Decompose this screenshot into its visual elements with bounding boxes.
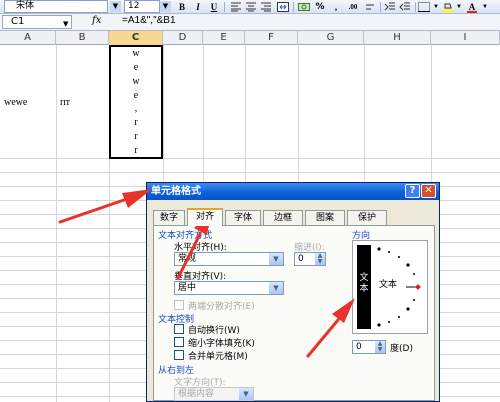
cell-c1-char: w xyxy=(132,48,140,59)
decrease-decimal-icon[interactable] xyxy=(364,2,376,12)
cell-c1-char: r xyxy=(134,145,138,156)
tab-font[interactable]: 字体 xyxy=(225,210,261,225)
insert-function-icon[interactable]: fx xyxy=(92,15,101,26)
font-size-dropdown-icon[interactable]: ▼ xyxy=(160,1,171,12)
name-box-dropdown-icon[interactable]: ▼ xyxy=(63,18,68,30)
wrap-text-label: 自动换行(W) xyxy=(188,326,240,336)
cell-c1-char: w xyxy=(132,76,140,87)
help-button[interactable]: ? xyxy=(405,184,420,198)
formula-bar: C1 ▼ fx =A1&","&B1 xyxy=(0,14,500,31)
text-direction-value: 根据内容 xyxy=(178,389,215,399)
toolbar-separator xyxy=(224,2,225,12)
vertical-text-char: 文 xyxy=(359,273,369,283)
column-header-e[interactable]: E xyxy=(203,31,245,45)
font-name-dropdown-icon[interactable]: ▼ xyxy=(110,1,121,12)
cell-c1-char: r xyxy=(134,131,138,142)
dialog-title[interactable]: 单元格格式 xyxy=(147,183,439,200)
column-header-a[interactable]: A xyxy=(0,31,56,45)
orientation-text-label: 文本 xyxy=(379,280,398,290)
degrees-value: 0 xyxy=(356,342,362,352)
currency-icon[interactable] xyxy=(298,2,310,12)
cell-c1-char: e xyxy=(133,62,139,73)
font-color-dropdown-icon[interactable]: ▼ xyxy=(479,1,491,13)
increase-decimal-button[interactable]: .00 xyxy=(345,1,361,13)
tab-alignment[interactable]: 对齐 xyxy=(187,208,223,226)
chevron-down-icon[interactable]: ▼ xyxy=(269,253,283,265)
font-name-select[interactable]: 宋体 xyxy=(4,0,108,13)
merge-cells-checkbox[interactable] xyxy=(174,350,184,360)
align-center-icon[interactable] xyxy=(245,2,257,12)
spinner-arrows-icon[interactable]: ▲ ▼ xyxy=(315,253,325,265)
horizontal-alignment-value: 常规 xyxy=(178,254,197,264)
column-header-c[interactable]: C xyxy=(109,31,163,45)
toolbar-separator xyxy=(293,2,294,12)
merge-cells-label: 合并单元格(M) xyxy=(188,352,248,362)
decrease-indent-icon[interactable] xyxy=(384,2,396,12)
justify-distributed-label: 两端分散对齐(E) xyxy=(188,302,255,312)
cell-c1-char: , xyxy=(134,103,138,114)
cell-c1-char: r xyxy=(134,117,138,128)
indent-spinner[interactable]: 0 ▲ ▼ xyxy=(294,252,326,266)
wrap-text-checkbox[interactable] xyxy=(174,324,184,334)
column-header-h[interactable]: H xyxy=(364,31,431,45)
column-header-b[interactable]: B xyxy=(56,31,109,45)
vertical-text-orientation-button[interactable]: 文 本 xyxy=(357,245,371,329)
font-size-select[interactable]: 12 xyxy=(124,0,160,13)
degrees-label: 度(D) xyxy=(390,344,413,354)
name-box-value: C1 xyxy=(11,16,25,27)
fill-color-dropdown-icon[interactable]: ▼ xyxy=(453,1,465,13)
vertical-text-char: 本 xyxy=(359,284,369,294)
cell-a1[interactable]: wewe xyxy=(4,97,27,108)
degrees-spinner[interactable]: 0 ▲ ▼ xyxy=(352,340,386,354)
bold-button[interactable]: B xyxy=(176,1,188,13)
align-left-icon[interactable] xyxy=(230,2,242,12)
column-header-i[interactable]: I xyxy=(431,31,500,45)
format-cells-dialog: 单元格格式 ? ✕ 数字 对齐 字体 边框 图案 保护 文本对齐方式 水平对齐(… xyxy=(146,182,440,402)
borders-icon[interactable] xyxy=(418,2,430,12)
toolbar-separator xyxy=(415,2,416,12)
horizontal-alignment-select[interactable]: 常规 ▼ xyxy=(174,252,284,266)
row-gridline xyxy=(0,158,500,159)
column-headers: A B C D E F G H I xyxy=(0,31,500,45)
vertical-alignment-select[interactable]: 居中 ▼ xyxy=(174,281,284,295)
cell-c1-char: e xyxy=(133,90,139,101)
orientation-control[interactable]: 文 本 文本 xyxy=(352,240,428,334)
row-gridline xyxy=(0,172,500,173)
column-header-d[interactable]: D xyxy=(163,31,203,45)
merge-center-icon[interactable] xyxy=(277,2,289,12)
toolbar-separator xyxy=(380,2,381,12)
chevron-down-icon[interactable]: ▼ xyxy=(239,388,253,400)
close-button[interactable]: ✕ xyxy=(421,184,436,198)
vertical-alignment-value: 居中 xyxy=(178,283,197,293)
shrink-to-fit-checkbox[interactable] xyxy=(174,337,184,347)
italic-button[interactable]: I xyxy=(192,1,204,13)
underline-button[interactable]: U xyxy=(208,1,220,13)
justify-distributed-checkbox[interactable] xyxy=(174,300,184,310)
column-header-g[interactable]: G xyxy=(298,31,364,45)
column-gridline xyxy=(56,45,57,402)
borders-dropdown-icon[interactable]: ▼ xyxy=(430,1,442,13)
tab-number[interactable]: 数字 xyxy=(153,210,185,225)
font-color-swatch xyxy=(467,11,477,13)
text-direction-select[interactable]: 根据内容 ▼ xyxy=(174,387,254,401)
spinner-arrows-icon[interactable]: ▲ ▼ xyxy=(375,341,385,353)
chevron-down-icon[interactable]: ▼ xyxy=(269,282,283,294)
column-header-f[interactable]: F xyxy=(245,31,298,45)
align-right-icon[interactable] xyxy=(260,2,272,12)
dialog-title-text: 单元格格式 xyxy=(151,186,201,197)
comma-style-button[interactable]: , xyxy=(330,1,342,13)
percent-style-button[interactable]: % xyxy=(314,1,326,13)
formatting-toolbar: 宋体 ▼ 12 ▼ B I U % , .00 ▼ ▼ A ▼ xyxy=(0,0,500,14)
alignment-tab-panel: 文本对齐方式 水平对齐(H): 常规 ▼ 缩进(I): 0 ▲ ▼ 垂直对齐(V)… xyxy=(153,225,435,401)
indent-value: 0 xyxy=(298,254,304,264)
increase-indent-icon[interactable] xyxy=(399,2,411,12)
tab-border[interactable]: 边框 xyxy=(263,210,303,225)
formula-input[interactable]: =A1&","&B1 xyxy=(122,15,176,26)
cell-c1-selected[interactable]: w e w e , r r r xyxy=(109,45,163,159)
shrink-to-fit-label: 缩小字体填充(K) xyxy=(188,339,255,349)
tab-patterns[interactable]: 图案 xyxy=(305,210,345,225)
cell-b1[interactable]: rrr xyxy=(60,97,70,108)
tab-protection[interactable]: 保护 xyxy=(347,210,387,225)
name-box[interactable]: C1 ▼ xyxy=(2,15,72,29)
